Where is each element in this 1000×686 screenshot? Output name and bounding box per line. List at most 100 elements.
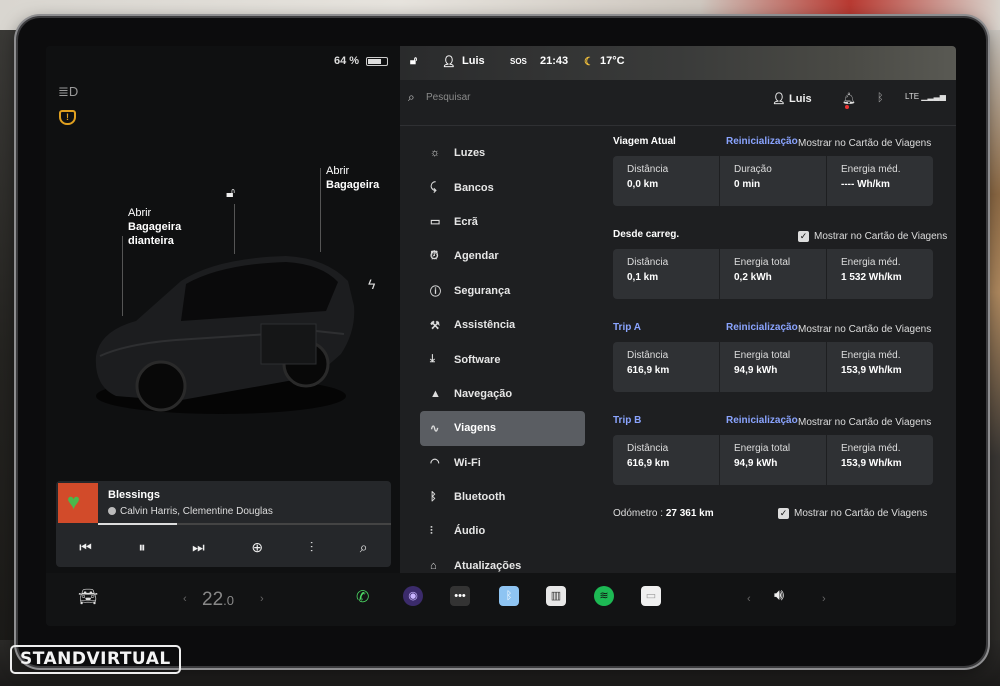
stat-label: Energia méd. bbox=[841, 164, 901, 175]
menu-item-label: Bancos bbox=[454, 181, 494, 194]
odometer-label: Odómetro : bbox=[613, 508, 664, 519]
trip-b-reset-button[interactable]: Reinicialização bbox=[726, 415, 798, 426]
trip-b-show-label: Mostrar no Cartão de Viagens bbox=[798, 417, 932, 428]
temp-up-arrow-icon[interactable]: › bbox=[260, 593, 264, 605]
car-icon[interactable]: 🚘︎ bbox=[78, 587, 98, 607]
menu-item-agendar[interactable]: ⏰︎ Agendar bbox=[420, 239, 585, 273]
phone-icon[interactable]: ✆ bbox=[356, 587, 369, 607]
trip-a-show-label: Mostrar no Cartão de Viagens bbox=[798, 324, 932, 335]
header-user-name: Luis bbox=[789, 93, 812, 105]
trip-stat: Energia total 94,9 kWh bbox=[720, 435, 827, 485]
equalizer-icon[interactable]: ⫶ bbox=[310, 539, 314, 556]
camera-icon[interactable]: ◉ bbox=[403, 586, 423, 606]
cabin-temperature[interactable]: 22.0 bbox=[202, 589, 234, 611]
search-input[interactable]: Pesquisar bbox=[426, 92, 470, 103]
cellular-signal-icon: LTE ▁▂▃▅ bbox=[905, 92, 946, 101]
open-trunk-button[interactable]: Abrir Bagageira bbox=[326, 164, 379, 192]
track-progress-fill bbox=[98, 523, 178, 525]
media-controls: ⏮ ⏸ ⏭ ⊕ ⫶ ⌕ bbox=[56, 531, 391, 563]
stat-value: 616,9 km bbox=[627, 458, 670, 469]
stat-value: 0 min bbox=[734, 179, 761, 190]
temp-down-arrow-icon[interactable]: ‹ bbox=[183, 593, 187, 605]
volume-down-arrow-icon[interactable]: ‹ bbox=[747, 593, 751, 605]
notification-bell-icon[interactable]: 🔔︎ bbox=[842, 92, 856, 109]
current-trip-reset-button[interactable]: Reinicialização bbox=[726, 136, 798, 147]
current-trip-show-label: Mostrar no Cartão de Viagens bbox=[798, 138, 932, 149]
bluetooth-status-icon[interactable]: ᛒ bbox=[877, 92, 884, 104]
menu-item-label: Ecrã bbox=[454, 215, 478, 228]
menu-item-label: Navegação bbox=[454, 387, 513, 400]
menu-item-navega-o[interactable]: ▲ Navegação bbox=[420, 377, 585, 411]
trips-content: Viagem Atual Reinicialização Mostrar no … bbox=[613, 136, 947, 528]
trip-a-card: Distância 616,9 km Energia total 94,9 kWh … bbox=[613, 342, 933, 392]
trip-b-title: Trip B bbox=[613, 415, 642, 426]
user-avatar-icon: 👤︎ bbox=[772, 93, 790, 105]
next-track-icon[interactable]: ⏭ bbox=[192, 539, 205, 556]
touchscreen: 64 % ≣D ! Abrir Bagageira dianteira Abri… bbox=[46, 46, 956, 626]
warning-icon: ⓘ bbox=[430, 285, 441, 298]
menu-item-luzes[interactable]: ☼ Luzes bbox=[420, 136, 585, 170]
seat-icon: ⤹ bbox=[430, 181, 437, 194]
search-media-icon[interactable]: ⌕ bbox=[360, 539, 368, 556]
stat-value: 0,0 km bbox=[627, 179, 659, 190]
menu-item-label: Assistência bbox=[454, 319, 516, 332]
wrench-icon: ⚒︎ bbox=[430, 319, 440, 332]
more-apps-icon[interactable]: ••• bbox=[450, 586, 470, 606]
menu-item-wi-fi[interactable]: ◠ Wi-Fi bbox=[420, 446, 585, 480]
media-player: Blessings Calvin Harris, Clementine Doug… bbox=[56, 481, 391, 567]
sos-icon[interactable]: SOS bbox=[510, 57, 527, 66]
volume-up-arrow-icon[interactable]: › bbox=[822, 593, 826, 605]
search-icon[interactable]: ⌕ bbox=[408, 90, 415, 105]
menu-item-label: Bluetooth bbox=[454, 491, 506, 504]
temp-decimal: .0 bbox=[223, 593, 234, 608]
menu-item-bluetooth[interactable]: ᛒ Bluetooth bbox=[420, 480, 585, 514]
trip-a-reset-button[interactable]: Reinicialização bbox=[726, 322, 798, 333]
charge-port-icon[interactable]: ϟ bbox=[368, 276, 375, 292]
track-progress-bar[interactable] bbox=[98, 523, 391, 525]
status-bar: 🔓︎ 👤︎ Luis SOS 21:43 ☾ 17°C bbox=[400, 46, 956, 80]
menu-item-software[interactable]: ⤓ Software bbox=[420, 342, 585, 376]
volume-icon[interactable]: 🔊︎ bbox=[774, 587, 784, 605]
unlock-icon[interactable]: 🔓︎ bbox=[226, 184, 235, 201]
menu-item-viagens[interactable]: ∿ Viagens bbox=[420, 411, 585, 446]
menu-item-ecr-[interactable]: ▭ Ecrã bbox=[420, 205, 585, 239]
spotify-icon[interactable]: ≋ bbox=[594, 586, 614, 606]
checkbox-checked-icon[interactable]: ✓ bbox=[778, 508, 789, 519]
since-charge-card: Distância 0,1 km Energia total 0,2 kWh Ene… bbox=[613, 249, 933, 299]
pause-icon[interactable]: ⏸ bbox=[139, 539, 146, 556]
bluetooth-app-icon[interactable]: ᛒ bbox=[499, 586, 519, 606]
menu-item-bancos[interactable]: ⤹ Bancos bbox=[420, 170, 585, 204]
user-profile-icon[interactable]: 👤︎ bbox=[442, 55, 456, 68]
outside-temperature: 17°C bbox=[600, 55, 625, 67]
battery-percent: 64 % bbox=[334, 55, 360, 67]
wifi-icon: ◠ bbox=[430, 457, 440, 470]
temp-whole: 22 bbox=[202, 589, 224, 610]
stat-label: Energia total bbox=[734, 443, 791, 454]
trip-stat: Duração 0 min bbox=[720, 156, 827, 206]
menu-item-assist-ncia[interactable]: ⚒︎ Assistência bbox=[420, 308, 585, 342]
previous-track-icon[interactable]: ⏮ bbox=[79, 539, 92, 556]
updates-icon: ⌂ bbox=[430, 559, 437, 572]
checkbox-checked-icon[interactable]: ✓ bbox=[798, 231, 809, 242]
odometer-show-label: Mostrar no Cartão de Viagens bbox=[794, 508, 928, 519]
album-art[interactable] bbox=[58, 483, 98, 523]
since-charge-show-checkbox[interactable]: ✓ Mostrar no Cartão de Viagens bbox=[798, 231, 947, 242]
lock-status-icon[interactable]: 🔓︎ bbox=[410, 55, 417, 68]
tire-pressure-warning-icon: ! bbox=[59, 110, 76, 125]
stat-label: Distância bbox=[627, 164, 669, 175]
stat-label: Energia total bbox=[734, 350, 791, 361]
status-user-name[interactable]: Luis bbox=[462, 55, 485, 67]
add-favorite-icon[interactable]: ⊕ bbox=[251, 539, 263, 556]
odometer-show-checkbox[interactable]: ✓ Mostrar no Cartão de Viagens bbox=[778, 508, 927, 519]
menu-item-label: Áudio bbox=[454, 525, 486, 538]
menu-item--udio[interactable]: ⫶ Áudio bbox=[420, 514, 585, 548]
menu-item-label: Viagens bbox=[454, 422, 496, 435]
calendar-app-icon[interactable]: ▥ bbox=[546, 586, 566, 606]
screen-icon: ▭ bbox=[430, 216, 441, 229]
header-user[interactable]: 👤︎ Luis bbox=[772, 92, 812, 105]
trip-stat: Energia méd. 153,9 Wh/km bbox=[827, 435, 933, 485]
notes-app-icon[interactable]: ▭ bbox=[641, 586, 661, 606]
moon-icon: ☾ bbox=[584, 56, 594, 68]
menu-item-seguran-a[interactable]: ⓘ Segurança bbox=[420, 274, 585, 308]
car-pane: 64 % ≣D ! Abrir Bagageira dianteira Abri… bbox=[46, 46, 400, 573]
